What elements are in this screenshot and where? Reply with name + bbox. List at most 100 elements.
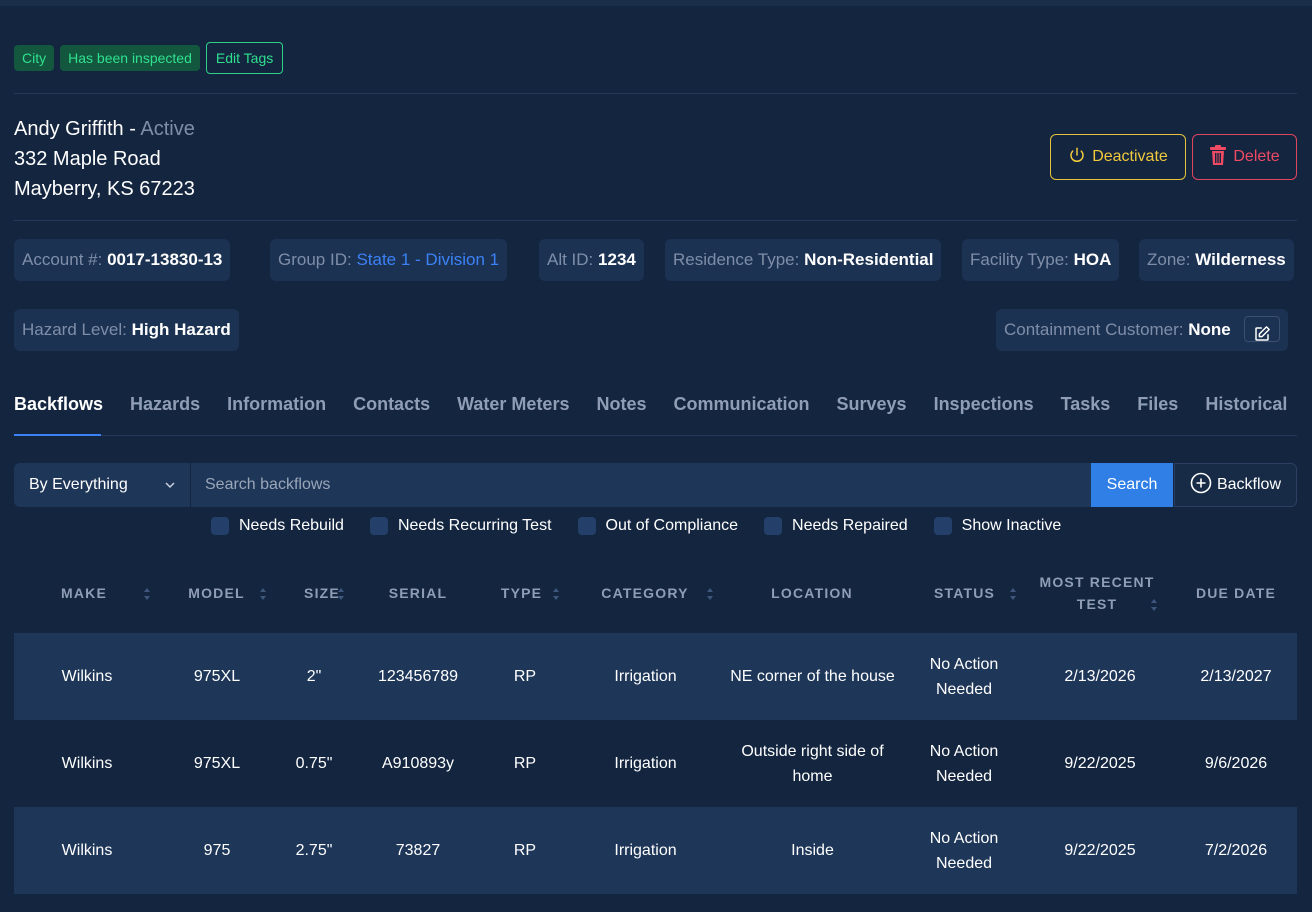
table-row[interactable]: Wilkins 975XL 2" 123456789 RP Irrigation… [14,633,1297,720]
tab-inspections[interactable]: Inspections [934,394,1034,422]
table-row[interactable]: Wilkins 975 2.75" 73827 RP Irrigation In… [14,807,1297,894]
zone-label: Zone: [1147,250,1191,269]
sort-icon[interactable] [259,587,267,606]
group-id-pill: Group ID: State 1 - Division 1 [270,239,508,281]
column-header-most-recent-test[interactable]: MOST RECENT TEST [1036,567,1158,619]
filter-show-inactive[interactable]: Show Inactive [933,517,1062,535]
checkbox-label: Needs Repaired [792,517,908,534]
tag-inspected[interactable]: Has been inspected [60,45,200,71]
tab-communication[interactable]: Communication [673,394,809,422]
header-label: LOCATION [771,585,853,601]
search-input[interactable] [191,463,1091,507]
group-link[interactable]: State 1 - Division 1 [356,250,499,269]
alt-id-pill: Alt ID: 1234 [539,239,644,281]
trash-icon [1209,144,1227,170]
address-line-2: Mayberry, KS 67223 [14,178,195,200]
cell-most-recent-test: 9/22/2025 [1064,755,1136,772]
header-label: DUE DATE [1195,585,1277,601]
residence-value: Non-Residential [804,250,934,269]
chevron-down-icon [164,478,176,496]
containment-label: Containment Customer: [1004,320,1184,339]
checkbox[interactable] [933,517,952,535]
tag-bar: City Has been inspected Edit Tags [14,42,284,74]
tab-divider [14,435,1297,436]
sort-icon[interactable] [1009,587,1017,606]
add-backflow-button[interactable]: Backflow [1174,463,1297,507]
filter-needs-recurring-test[interactable]: Needs Recurring Test [369,517,552,535]
name-separator: - [123,118,141,140]
add-backflow-label: Backflow [1216,476,1282,493]
checkbox[interactable] [211,517,229,535]
table-row[interactable]: Wilkins 975XL 0.75" A910893y RP Irrigati… [14,720,1297,807]
header-label: MOST RECENT TEST [1039,574,1155,612]
delete-button[interactable]: Delete [1192,134,1297,180]
tab-contacts[interactable]: Contacts [353,394,430,422]
tab-hazards[interactable]: Hazards [130,394,200,422]
deactivate-button[interactable]: Deactivate [1050,134,1186,180]
hazard-label: Hazard Level: [22,320,127,339]
sort-icon[interactable] [143,587,151,606]
containment-customer-pill: Containment Customer: None [996,309,1288,351]
column-header-status[interactable]: STATUS [906,567,1023,619]
alt-value: 1234 [598,250,636,269]
facility-type-pill: Facility Type: HOA [962,239,1120,281]
cell-make: Wilkins [61,755,113,772]
column-header-location: LOCATION [718,567,906,619]
header-label: MODEL [188,585,245,601]
cell-location: NE corner of the house [730,668,895,685]
filter-needs-repaired[interactable]: Needs Repaired [764,517,908,535]
checkbox[interactable] [577,517,596,535]
customer-name: Andy Griffith [14,118,124,140]
cell-model: 975XL [193,668,241,685]
tab-surveys[interactable]: Surveys [837,394,907,422]
sort-icon[interactable] [552,587,560,606]
account-number-pill: Account #: 0017-13830-13 [14,239,231,281]
column-header-size[interactable]: SIZE [279,567,365,619]
filter-needs-rebuild[interactable]: Needs Rebuild [211,517,344,535]
tab-information[interactable]: Information [227,394,326,422]
search-filter-value: By Everything [29,476,128,493]
tab-files[interactable]: Files [1137,394,1178,422]
cell-due-date: 9/6/2026 [1204,755,1268,772]
search-button[interactable]: Search [1091,463,1173,507]
checkbox-label: Show Inactive [961,517,1062,534]
cell-model: 975XL [193,755,241,772]
cell-most-recent-test: 9/22/2025 [1064,842,1136,859]
customer-status: Active [140,118,195,140]
header-label: SERIAL [388,585,448,601]
tag-city[interactable]: City [14,45,55,71]
checkbox[interactable] [369,517,388,535]
edit-containment-button[interactable] [1243,315,1280,342]
tab-backflows[interactable]: Backflows [14,394,103,422]
tab-historical[interactable]: Historical [1205,394,1287,422]
sort-icon[interactable] [1150,598,1158,617]
cell-size: 2" [306,668,322,685]
search-filter-select[interactable]: By Everything [14,463,190,507]
filter-out-of-compliance[interactable]: Out of Compliance [577,517,738,535]
checkbox[interactable] [764,517,783,535]
sort-icon[interactable] [706,587,714,606]
containment-value: None [1188,320,1231,339]
tab-water-meters[interactable]: Water Meters [457,394,569,422]
table-header: MAKE MODEL SIZE SERIAL TYPE CATEGORY LOC… [14,567,1297,619]
delete-label: Delete [1233,148,1280,165]
cell-category: Irrigation [614,668,677,685]
cell-serial: A910893y [381,755,455,772]
group-label: Group ID: [278,250,352,269]
cell-location: Outside right side of home [741,742,884,785]
tab-tasks[interactable]: Tasks [1061,394,1111,422]
cell-category: Irrigation [614,755,677,772]
cell-type: RP [513,842,537,859]
cell-make: Wilkins [61,668,113,685]
header-label: MAKE [60,585,108,601]
column-header-serial: SERIAL [365,567,471,619]
cell-model: 975 [203,842,231,859]
tab-notes[interactable]: Notes [596,394,646,422]
edit-tags-button[interactable]: Edit Tags [205,42,284,74]
column-header-make[interactable]: MAKE [14,567,154,619]
sort-icon[interactable] [337,587,345,606]
cell-due-date: 7/2/2026 [1204,842,1268,859]
residence-label: Residence Type: [673,250,800,269]
account-value: 0017-13830-13 [107,250,223,269]
column-header-category[interactable]: CATEGORY [572,567,718,619]
